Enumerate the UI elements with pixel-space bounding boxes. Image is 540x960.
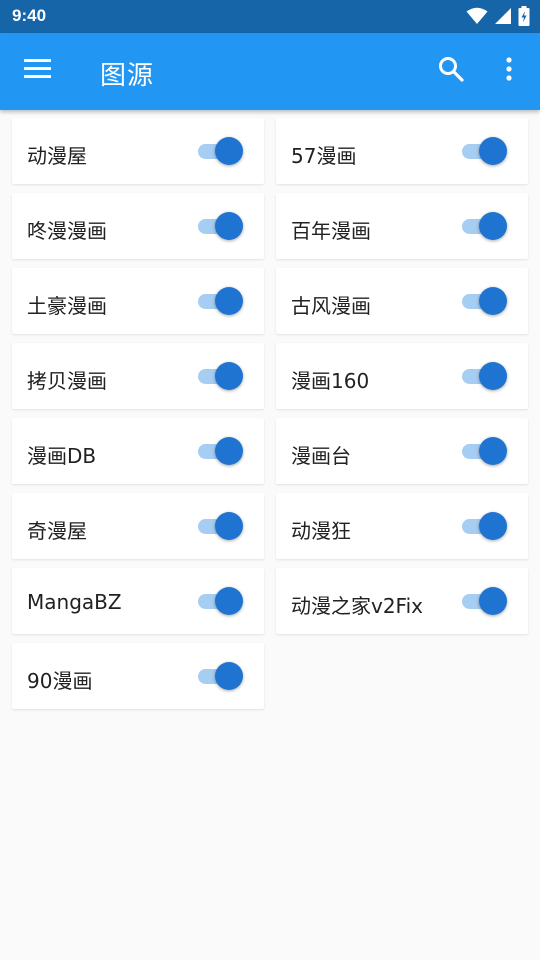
source-toggle[interactable] xyxy=(462,435,508,467)
source-label: 百年漫画 xyxy=(291,219,371,243)
source-card[interactable]: 拷贝漫画 xyxy=(12,343,264,409)
toggle-thumb xyxy=(479,287,507,315)
toggle-thumb xyxy=(479,437,507,465)
source-card[interactable]: MangaBZ xyxy=(12,568,264,634)
toggle-thumb xyxy=(215,287,243,315)
source-label: 动漫狂 xyxy=(291,519,351,543)
status-time: 9:40 xyxy=(12,6,47,25)
source-label: 漫画160 xyxy=(291,369,370,393)
source-label: 古风漫画 xyxy=(291,294,371,318)
source-toggle[interactable] xyxy=(198,135,244,167)
source-toggle[interactable] xyxy=(198,435,244,467)
source-card[interactable]: 土豪漫画 xyxy=(12,268,264,334)
page-title: 图源 xyxy=(100,61,155,91)
source-label: 奇漫屋 xyxy=(27,519,87,543)
source-label: 动漫之家v2Fix xyxy=(291,594,424,618)
app-bar: 图源 xyxy=(0,33,540,110)
source-toggle[interactable] xyxy=(462,510,508,542)
source-card[interactable]: 动漫屋 xyxy=(12,118,264,184)
source-label: 土豪漫画 xyxy=(27,294,107,318)
source-card[interactable]: 动漫之家v2Fix xyxy=(276,568,528,634)
source-card[interactable]: 漫画台 xyxy=(276,418,528,484)
toggle-thumb xyxy=(215,437,243,465)
toggle-thumb xyxy=(215,512,243,540)
search-button[interactable] xyxy=(430,53,472,89)
search-icon xyxy=(438,56,464,86)
source-toggle[interactable] xyxy=(198,585,244,617)
toggle-thumb xyxy=(215,587,243,615)
source-label: 57漫画 xyxy=(291,144,357,168)
toggle-thumb xyxy=(479,512,507,540)
toggle-thumb xyxy=(215,662,243,690)
wifi-icon xyxy=(466,7,488,25)
toggle-thumb xyxy=(215,212,243,240)
source-label: 漫画台 xyxy=(291,444,351,468)
source-card[interactable]: 57漫画 xyxy=(276,118,528,184)
source-toggle[interactable] xyxy=(462,360,508,392)
source-toggle[interactable] xyxy=(198,285,244,317)
source-label: 90漫画 xyxy=(27,669,93,693)
source-toggle[interactable] xyxy=(198,660,244,692)
toggle-thumb xyxy=(479,362,507,390)
source-grid: 动漫屋 57漫画 咚漫漫画 百年漫画 土豪漫画 古风漫画 拷贝漫画 漫画160 … xyxy=(12,118,528,709)
toggle-thumb xyxy=(479,212,507,240)
source-card[interactable]: 漫画160 xyxy=(276,343,528,409)
source-toggle[interactable] xyxy=(198,510,244,542)
toggle-thumb xyxy=(215,137,243,165)
source-card[interactable]: 咚漫漫画 xyxy=(12,193,264,259)
toggle-thumb xyxy=(215,362,243,390)
toggle-thumb xyxy=(479,137,507,165)
status-bar: 9:40 xyxy=(0,0,540,33)
battery-charging-icon xyxy=(518,6,530,26)
menu-icon xyxy=(24,59,52,83)
source-card[interactable]: 古风漫画 xyxy=(276,268,528,334)
source-card[interactable]: 漫画DB xyxy=(12,418,264,484)
signal-icon xyxy=(494,7,512,25)
source-label: 动漫屋 xyxy=(27,144,87,168)
source-label: 漫画DB xyxy=(27,444,97,468)
source-toggle[interactable] xyxy=(462,135,508,167)
source-toggle[interactable] xyxy=(462,285,508,317)
toggle-thumb xyxy=(479,587,507,615)
source-toggle[interactable] xyxy=(462,585,508,617)
source-label: 咚漫漫画 xyxy=(27,219,107,243)
source-card[interactable]: 动漫狂 xyxy=(276,493,528,559)
more-vert-icon xyxy=(505,57,513,85)
source-toggle[interactable] xyxy=(198,210,244,242)
more-options-button[interactable] xyxy=(490,53,528,89)
status-icons xyxy=(466,5,530,27)
source-label: 拷贝漫画 xyxy=(27,369,107,393)
source-card[interactable]: 90漫画 xyxy=(12,643,264,709)
source-toggle[interactable] xyxy=(462,210,508,242)
source-card[interactable]: 百年漫画 xyxy=(276,193,528,259)
source-label: MangaBZ xyxy=(27,590,122,614)
source-toggle[interactable] xyxy=(198,360,244,392)
source-card[interactable]: 奇漫屋 xyxy=(12,493,264,559)
menu-button[interactable] xyxy=(16,53,60,89)
